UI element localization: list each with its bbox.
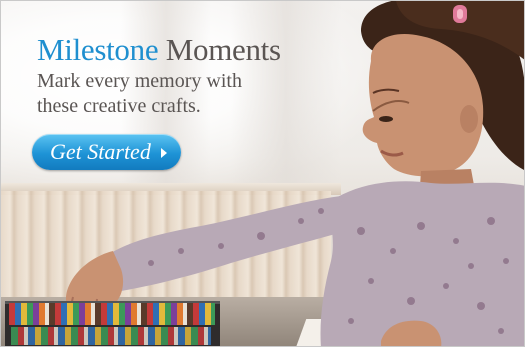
child-arm [111, 196, 346, 291]
triangle-right-icon [160, 147, 167, 158]
get-started-label: Get Started [50, 139, 151, 164]
headline-accent: Milestone [37, 32, 159, 67]
banner-subhead: Mark every memory with these creative cr… [37, 69, 337, 119]
banner-headline: Milestone Moments [37, 33, 281, 67]
crayons [9, 303, 215, 325]
promo-banner[interactable]: Milestone Moments Mark every memory with… [0, 0, 525, 347]
crayons [11, 327, 211, 345]
get-started-button[interactable]: Get Started [32, 134, 181, 170]
subhead-line: Mark every memory with [37, 70, 242, 92]
subhead-line: these creative crafts. [37, 95, 201, 117]
headline-rest: Moments [165, 32, 281, 67]
